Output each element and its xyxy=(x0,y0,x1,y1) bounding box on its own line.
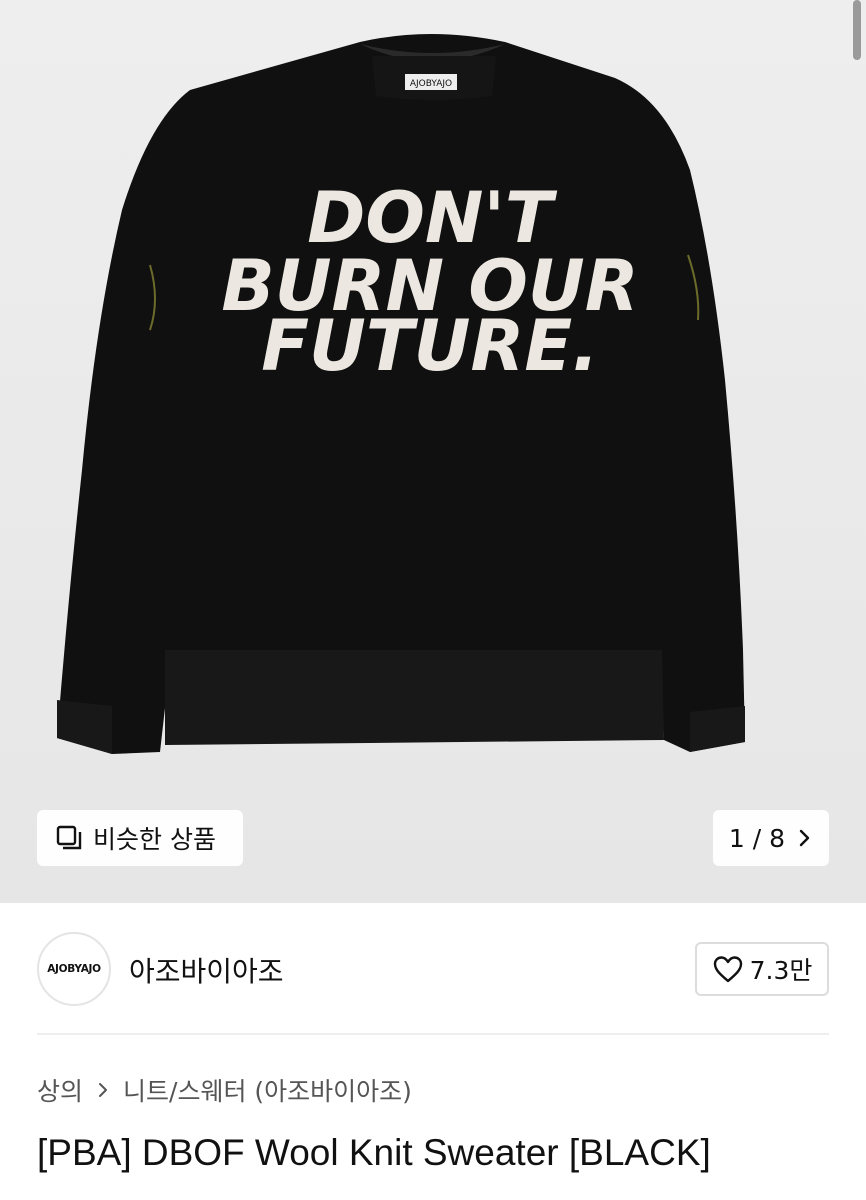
breadcrumb-subcategory[interactable]: 니트/스웨터 (아조바이아조) xyxy=(123,1072,412,1108)
breadcrumb-chevron-icon xyxy=(99,1083,108,1097)
chevron-right-icon xyxy=(799,829,810,847)
heart-icon xyxy=(713,956,742,983)
neck-label-text: AJOBYAJO xyxy=(410,79,452,89)
divider xyxy=(37,1033,829,1035)
similar-items-icon xyxy=(56,825,82,850)
brand-logo-text: AJOBYAJO xyxy=(47,963,101,975)
similar-items-button[interactable]: 비슷한 상품 xyxy=(37,810,243,866)
graphic-line-3: FUTURE. xyxy=(261,305,599,387)
like-button[interactable]: 7.3만 xyxy=(695,942,829,996)
breadcrumb: 상의 니트/스웨터 (아조바이아조) xyxy=(37,1072,412,1108)
scrollbar[interactable] xyxy=(853,0,861,60)
image-counter-button[interactable]: 1 / 8 xyxy=(713,810,829,866)
breadcrumb-category[interactable]: 상의 xyxy=(37,1072,83,1108)
product-image-gallery[interactable]: AJOBYAJO DON'T BURN OUR FUTURE. 비슷한 상품 1… xyxy=(0,0,866,903)
brand-name-link[interactable]: 아조바이아조 xyxy=(129,950,284,990)
similar-items-label: 비슷한 상품 xyxy=(93,825,216,854)
brand-logo[interactable]: AJOBYAJO xyxy=(37,932,111,1006)
brand-row: AJOBYAJO 아조바이아조 7.3만 xyxy=(37,930,829,1010)
product-photo: AJOBYAJO DON'T BURN OUR FUTURE. xyxy=(57,34,745,754)
like-count: 7.3만 xyxy=(749,956,813,985)
product-title: [PBA] DBOF Wool Knit Sweater [BLACK] xyxy=(37,1132,711,1173)
image-counter: 1 / 8 xyxy=(728,823,786,853)
